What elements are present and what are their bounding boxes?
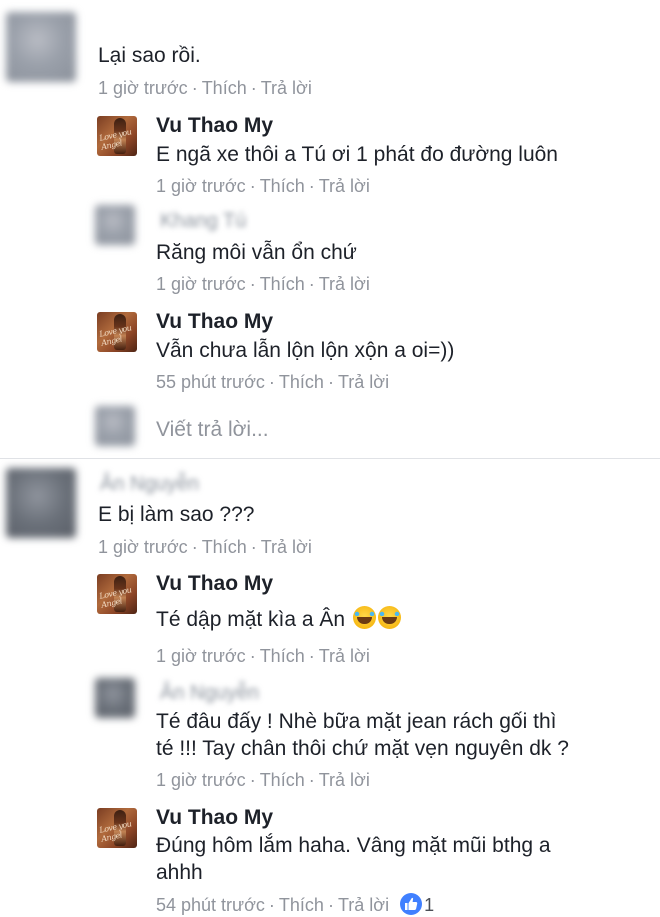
like-link[interactable]: Thích (260, 646, 305, 666)
reply-text-line1: Té đâu đấy ! Nhè bữa mặt jean rách gối t… (156, 710, 557, 733)
timestamp[interactable]: 1 giờ trước (98, 78, 188, 98)
like-link[interactable]: Thích (260, 274, 305, 294)
reply-meta: 1 giờ trước · Thích · Trả lời (156, 274, 370, 294)
timestamp[interactable]: 1 giờ trước (156, 176, 246, 196)
reply-link[interactable]: Trả lời (319, 646, 370, 666)
timestamp[interactable]: 1 giờ trước (98, 537, 188, 557)
reply-author[interactable]: Khang Tú (160, 210, 246, 233)
reply-link[interactable]: Trả lời (338, 895, 389, 915)
reply-avatar[interactable] (95, 205, 135, 245)
reply-link[interactable]: Trả lời (319, 770, 370, 790)
reply-text: Té dập mặt kìa a Ân (156, 608, 346, 631)
reply-meta: 1 giờ trước · Thích · Trả lời (156, 770, 370, 790)
avatar-script: Love you Angel (98, 585, 133, 610)
reply-avatar[interactable]: Love you Angel (97, 574, 137, 614)
reply-text-row: Té dập mặt kìa a Ân (156, 606, 401, 633)
like-reaction-icon[interactable] (400, 893, 423, 915)
comment-author[interactable]: Ân Nguyễn (100, 473, 199, 496)
avatar-script: Love you Angel (98, 323, 133, 348)
reply-meta: 1 giờ trước · Thích · Trả lời (156, 176, 370, 196)
thread-divider (0, 458, 660, 459)
timestamp[interactable]: 55 phút trước (156, 372, 265, 392)
like-link[interactable]: Thích (260, 176, 305, 196)
reply-meta: 54 phút trước · Thích · Trả lời 1 (156, 893, 435, 915)
comment-text: Lại sao rồi. (98, 44, 201, 67)
like-link[interactable]: Thích (279, 895, 324, 915)
reply-author[interactable]: Vu Thao My (156, 114, 273, 138)
like-count[interactable]: 1 (424, 895, 434, 915)
reply-meta: 1 giờ trước · Thích · Trả lời (156, 646, 370, 666)
like-link[interactable]: Thích (202, 537, 247, 557)
timestamp[interactable]: 1 giờ trước (156, 770, 246, 790)
reply-author[interactable]: Vu Thao My (156, 806, 273, 830)
comment-text: E bị làm sao ??? (98, 503, 255, 526)
laughing-tears-emoji-icon (377, 606, 401, 629)
like-link[interactable]: Thích (202, 78, 247, 98)
reply-link[interactable]: Trả lời (319, 176, 370, 196)
reply-author[interactable]: Vu Thao My (156, 572, 273, 596)
reply-author[interactable]: Ân Nguyễn (160, 682, 259, 705)
comment-meta: 1 giờ trước · Thích · Trả lời (98, 78, 312, 98)
reply-text-line2: ahhh (156, 861, 203, 884)
reply-avatar[interactable]: Love you Angel (97, 116, 137, 156)
commenter-avatar[interactable] (6, 468, 76, 538)
reply-author[interactable]: Vu Thao My (156, 310, 273, 334)
reply-text-line1: Đúng hôm lắm haha. Vâng mặt mũi bthg a (156, 834, 551, 857)
timestamp[interactable]: 1 giờ trước (156, 274, 246, 294)
reply-link[interactable]: Trả lời (338, 372, 389, 392)
commenter-avatar[interactable] (6, 12, 76, 82)
reply-link[interactable]: Trả lời (261, 537, 312, 557)
reply-text-line2: té !!! Tay chân thôi chứ mặt vẹn nguyên … (156, 737, 569, 760)
reply-avatar[interactable] (95, 678, 135, 718)
like-link[interactable]: Thích (279, 372, 324, 392)
avatar-script: Love you Angel (98, 127, 133, 152)
timestamp[interactable]: 1 giờ trước (156, 646, 246, 666)
like-link[interactable]: Thích (260, 770, 305, 790)
laughing-tears-emoji-icon (352, 606, 376, 629)
timestamp[interactable]: 54 phút trước (156, 895, 265, 915)
reply-avatar[interactable]: Love you Angel (97, 808, 137, 848)
reply-input[interactable]: Viết trả lời... (156, 416, 269, 443)
reply-link[interactable]: Trả lời (261, 78, 312, 98)
reply-text: Vẫn chưa lẫn lộn lộn xộn a oi=)) (156, 339, 455, 362)
reply-text: E ngã xe thôi a Tú ơi 1 phát đo đường lu… (156, 143, 558, 166)
reply-text: Răng môi vẫn ổn chứ (156, 241, 357, 264)
comment-meta: 1 giờ trước · Thích · Trả lời (98, 537, 312, 557)
reply-avatar[interactable]: Love you Angel (97, 312, 137, 352)
reply-meta: 55 phút trước · Thích · Trả lời (156, 372, 390, 392)
current-user-avatar (95, 406, 135, 446)
avatar-script: Love you Angel (98, 819, 133, 844)
reply-link[interactable]: Trả lời (319, 274, 370, 294)
